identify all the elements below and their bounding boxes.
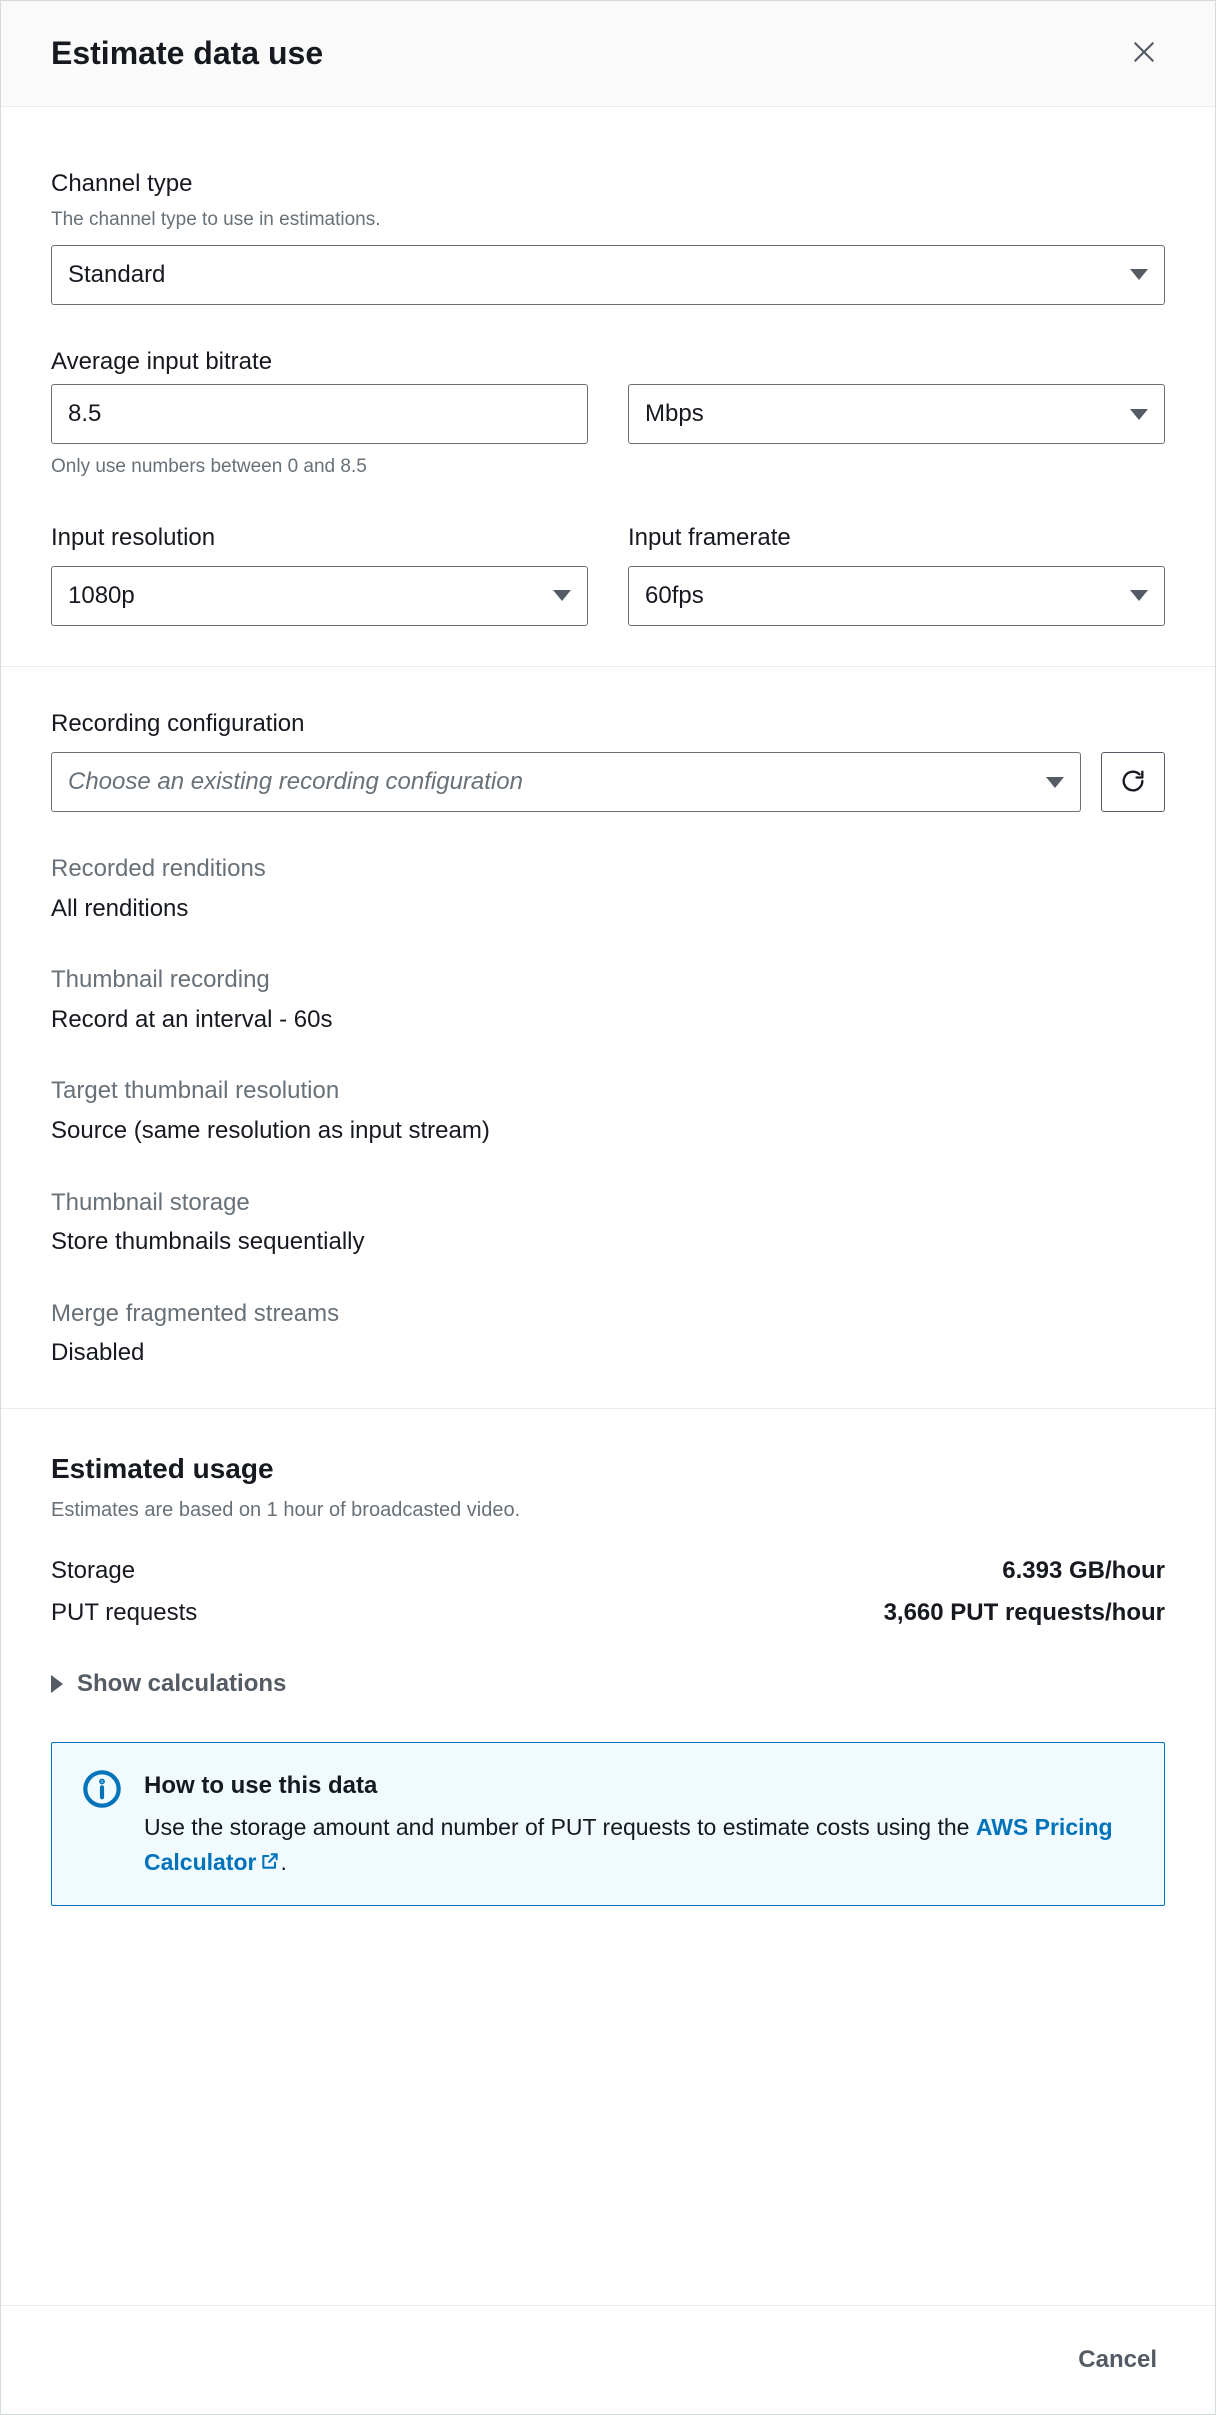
merge-streams-value: Disabled (51, 1336, 1165, 1370)
show-calculations-label: Show calculations (77, 1667, 286, 1701)
close-button[interactable] (1123, 31, 1165, 76)
estimated-usage-title: Estimated usage (51, 1449, 1165, 1488)
bitrate-field: Average input bitrate 8.5 Mbps Only use … (51, 345, 1165, 481)
modal-header: Estimate data use (1, 1, 1215, 107)
bitrate-value: 8.5 (68, 397, 101, 431)
thumbnail-resolution-block: Target thumbnail resolution Source (same… (51, 1074, 1165, 1147)
resolution-select[interactable]: 1080p (51, 566, 588, 626)
recording-config-label: Recording configuration (51, 707, 1165, 741)
info-title: How to use this data (144, 1769, 1134, 1803)
caret-right-icon (51, 1675, 63, 1693)
info-text: Use the storage amount and number of PUT… (144, 1810, 1134, 1879)
refresh-button[interactable] (1101, 752, 1165, 812)
chevron-down-icon (1130, 590, 1148, 601)
storage-value: 6.393 GB/hour (1002, 1554, 1165, 1588)
thumbnail-resolution-value: Source (same resolution as input stream) (51, 1114, 1165, 1148)
info-content: How to use this data Use the storage amo… (144, 1769, 1134, 1880)
channel-type-label: Channel type (51, 167, 1165, 201)
thumbnail-storage-value: Store thumbnails sequentially (51, 1225, 1165, 1259)
info-text-suffix: . (280, 1849, 286, 1875)
chevron-down-icon (1046, 777, 1064, 788)
refresh-icon (1119, 767, 1147, 798)
renditions-block: Recorded renditions All renditions (51, 852, 1165, 925)
channel-type-help: The channel type to use in estimations. (51, 207, 1165, 234)
channel-type-field: Channel type The channel type to use in … (51, 167, 1165, 305)
modal-footer: Cancel (1, 2305, 1215, 2414)
framerate-field: Input framerate 60fps (628, 521, 1165, 626)
info-box: How to use this data Use the storage amo… (51, 1742, 1165, 1907)
resolution-label: Input resolution (51, 521, 588, 555)
divider (1, 666, 1215, 667)
channel-type-value: Standard (68, 258, 165, 292)
thumbnail-storage-block: Thumbnail storage Store thumbnails seque… (51, 1186, 1165, 1259)
estimated-usage-section: Estimated usage Estimates are based on 1… (51, 1449, 1165, 1907)
cancel-button[interactable]: Cancel (1070, 2336, 1165, 2384)
channel-type-select[interactable]: Standard (51, 245, 1165, 305)
framerate-label: Input framerate (628, 521, 1165, 555)
thumbnail-recording-value: Record at an interval - 60s (51, 1003, 1165, 1037)
modal-body: Channel type The channel type to use in … (1, 107, 1215, 2305)
bitrate-unit-value: Mbps (645, 397, 704, 431)
bitrate-help: Only use numbers between 0 and 8.5 (51, 454, 1165, 481)
thumbnail-recording-label: Thumbnail recording (51, 963, 1165, 997)
bitrate-input[interactable]: 8.5 (51, 384, 588, 444)
external-link-icon (256, 1849, 280, 1875)
renditions-value: All renditions (51, 892, 1165, 926)
framerate-value: 60fps (645, 579, 704, 613)
estimate-data-use-modal: Estimate data use Channel type The chann… (0, 0, 1216, 2415)
put-requests-label: PUT requests (51, 1596, 197, 1630)
put-requests-row: PUT requests 3,660 PUT requests/hour (51, 1596, 1165, 1630)
recording-config-field: Recording configuration Choose an existi… (51, 707, 1165, 812)
merge-streams-label: Merge fragmented streams (51, 1297, 1165, 1331)
storage-label: Storage (51, 1554, 135, 1588)
recording-config-select[interactable]: Choose an existing recording configurati… (51, 752, 1081, 812)
chevron-down-icon (1130, 409, 1148, 420)
bitrate-label: Average input bitrate (51, 345, 1165, 379)
recording-config-placeholder: Choose an existing recording configurati… (68, 765, 523, 799)
bitrate-unit-select[interactable]: Mbps (628, 384, 1165, 444)
resolution-framerate-row: Input resolution 1080p Input framerate 6… (51, 521, 1165, 626)
put-requests-value: 3,660 PUT requests/hour (884, 1596, 1165, 1630)
thumbnail-recording-block: Thumbnail recording Record at an interva… (51, 963, 1165, 1036)
divider (1, 1408, 1215, 1409)
resolution-value: 1080p (68, 579, 135, 613)
thumbnail-storage-label: Thumbnail storage (51, 1186, 1165, 1220)
modal-title: Estimate data use (51, 31, 323, 76)
info-text-prefix: Use the storage amount and number of PUT… (144, 1814, 976, 1840)
thumbnail-resolution-label: Target thumbnail resolution (51, 1074, 1165, 1108)
framerate-select[interactable]: 60fps (628, 566, 1165, 626)
close-icon (1131, 53, 1157, 68)
show-calculations-expander[interactable]: Show calculations (51, 1667, 286, 1701)
chevron-down-icon (553, 590, 571, 601)
resolution-field: Input resolution 1080p (51, 521, 588, 626)
chevron-down-icon (1130, 269, 1148, 280)
merge-streams-block: Merge fragmented streams Disabled (51, 1297, 1165, 1370)
info-icon (82, 1769, 122, 1880)
renditions-label: Recorded renditions (51, 852, 1165, 886)
storage-row: Storage 6.393 GB/hour (51, 1554, 1165, 1588)
estimated-usage-help: Estimates are based on 1 hour of broadca… (51, 1496, 1165, 1524)
